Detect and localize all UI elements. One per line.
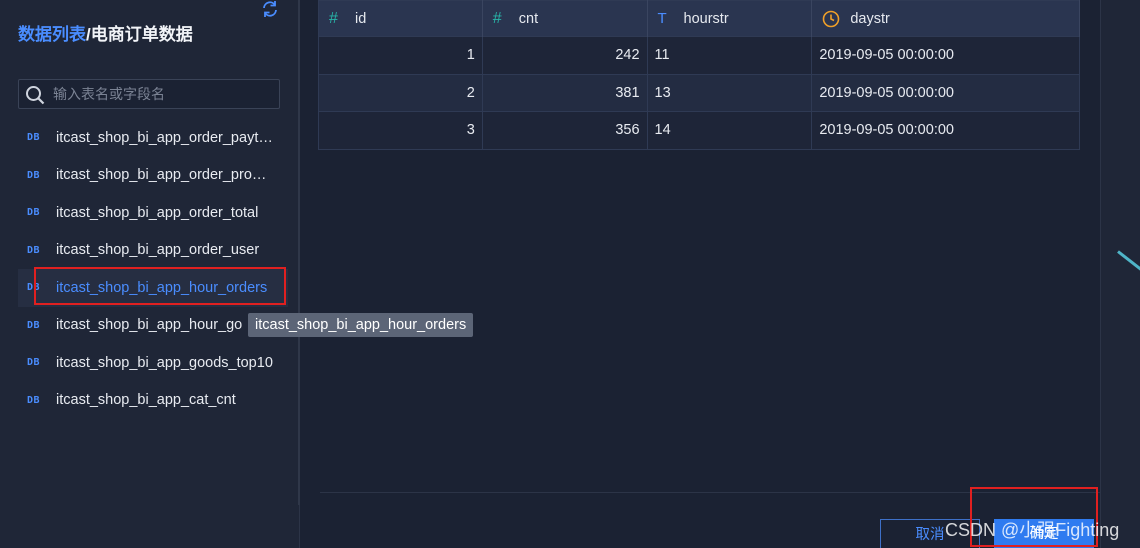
column-header-label: hourstr: [683, 11, 729, 27]
data-preview-table: # id # cnt Thourstr daystr 1 242 11 2019-0…: [318, 0, 1080, 150]
refresh-icon[interactable]: [261, 0, 279, 18]
table-item-label: itcast_shop_bi_app_goods_top10: [56, 354, 273, 371]
column-header-daystr[interactable]: daystr: [811, 0, 1080, 37]
sidebar: 数据列表/电商订单数据 DB itcast_shop_bi_app_order_p…: [0, 0, 300, 548]
table-item[interactable]: DB itcast_shop_bi_app_order_user: [18, 232, 288, 270]
cell-daystr: 2019-09-05 00:00:00: [811, 111, 1080, 149]
column-header-id[interactable]: # id: [318, 0, 483, 37]
column-header-label: id: [355, 10, 367, 27]
table-search[interactable]: [18, 79, 280, 109]
cell-id: 2: [318, 73, 483, 112]
search-icon: [26, 86, 45, 105]
table-item-label: itcast_shop_bi_app_order_payt…: [56, 129, 273, 146]
cell-daystr: 2019-09-05 00:00:00: [811, 73, 1080, 112]
database-icon: DB: [27, 169, 41, 181]
database-icon: DB: [27, 282, 41, 294]
text-type-icon: T: [657, 10, 667, 27]
table-item-label: itcast_shop_bi_app_order_total: [56, 204, 259, 221]
clock-icon: [823, 10, 840, 27]
cell-hourstr: 14: [647, 111, 813, 149]
table-item-label: itcast_shop_bi_app_cat_cnt: [56, 392, 236, 409]
table-item[interactable]: DB itcast_shop_bi_app_order_pro…: [18, 157, 288, 195]
table-list: DB itcast_shop_bi_app_order_payt… DB itcas…: [18, 119, 288, 419]
table-item[interactable]: DB itcast_shop_bi_app_cat_cnt: [18, 382, 288, 420]
breadcrumb-current: /电商订单数据: [86, 25, 193, 44]
column-header-label: daystr: [850, 10, 890, 27]
database-icon: DB: [27, 357, 41, 369]
hash-icon: #: [329, 9, 338, 27]
table-item[interactable]: DB itcast_shop_bi_app_order_payt…: [18, 119, 288, 157]
table-item[interactable]: DB itcast_shop_bi_app_goods_top10: [18, 344, 288, 382]
database-icon: DB: [27, 132, 41, 144]
breadcrumb: 数据列表/电商订单数据: [18, 20, 193, 45]
breadcrumb-root[interactable]: 数据列表: [18, 25, 86, 44]
table-item-label: itcast_shop_bi_app_order_user: [56, 242, 260, 259]
cell-cnt: 242: [482, 36, 648, 74]
cell-id: 3: [318, 111, 483, 149]
table-item-label: itcast_shop_bi_app_hour_orders: [56, 279, 268, 296]
database-icon: DB: [27, 319, 41, 331]
table-header-row: # id # cnt Thourstr daystr: [318, 0, 1080, 37]
table-row: 1 242 11 2019-09-05 00:00:00: [318, 36, 1080, 74]
database-icon: DB: [27, 207, 41, 219]
cell-hourstr: 13: [647, 73, 813, 112]
table-row: 2 381 13 2019-09-05 00:00:00: [318, 73, 1080, 112]
table-row: 3 356 14 2019-09-05 00:00:00: [318, 111, 1080, 149]
watermark: CSDN @小强Fighting: [945, 520, 1120, 540]
cell-cnt: 356: [482, 111, 648, 149]
footer-divider: [320, 492, 1100, 493]
table-name-tooltip: itcast_shop_bi_app_hour_orders: [248, 313, 474, 337]
cell-cnt: 381: [482, 73, 648, 112]
column-header-label: cnt: [518, 10, 539, 27]
table-item-label: itcast_shop_bi_app_hour_go: [56, 317, 243, 334]
database-icon: DB: [27, 244, 41, 256]
database-icon: DB: [27, 394, 41, 406]
cell-daystr: 2019-09-05 00:00:00: [811, 36, 1080, 74]
column-header-hourstr[interactable]: Thourstr: [647, 0, 813, 37]
hash-icon: #: [492, 9, 502, 27]
background-canvas: [1101, 0, 1140, 548]
column-header-cnt[interactable]: # cnt: [482, 0, 648, 37]
table-item-label: itcast_shop_bi_app_order_pro…: [56, 167, 267, 184]
cell-hourstr: 11: [647, 36, 813, 74]
cell-id: 1: [318, 36, 483, 74]
search-input[interactable]: [53, 82, 273, 106]
table-item-selected[interactable]: DB itcast_shop_bi_app_hour_orders: [18, 269, 288, 307]
sidebar-divider: [298, 0, 300, 505]
table-item[interactable]: DB itcast_shop_bi_app_order_total: [18, 194, 288, 232]
